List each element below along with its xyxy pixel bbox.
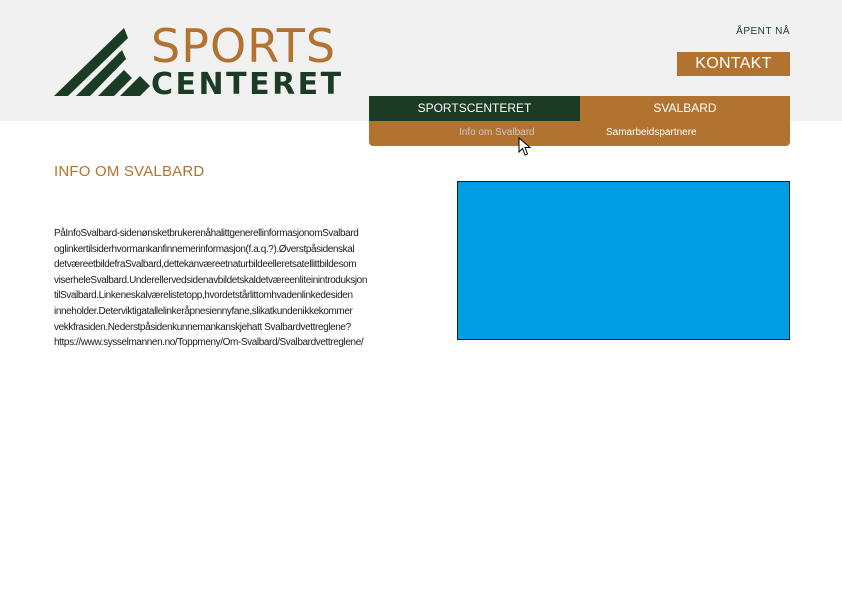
paragraph-line: viserheleSvalbard.Underellervedsidenavbi… (54, 274, 367, 286)
logo-word-centeret: CENTERET (151, 67, 344, 102)
opening-status[interactable]: ÅPENT NÅ (700, 26, 790, 37)
mouse-pointer-icon (518, 137, 532, 156)
contact-button[interactable]: KONTAKT (677, 52, 790, 76)
svalbard-submenu: Info om Svalbard Samarbeidspartnere (369, 121, 790, 146)
mountain-logo-icon (54, 28, 150, 96)
paragraph-line: detværeetbildefraSvalbard,dettekanværeet… (54, 259, 357, 271)
page-title: INFO OM SVALBARD (54, 163, 205, 180)
paragraph-line: inneholder.Deterviktigatallelinkeråpnesi… (54, 305, 353, 317)
intro-paragraph: PåInfoSvalbard-sidenønsketbrukerenåhalit… (54, 226, 426, 351)
paragraph-line: vekkfrasiden.Nederstpåsidenkunnemankansk… (54, 321, 351, 333)
logo-wordmark: SPORTS CENTERET (151, 22, 344, 100)
paragraph-line: tilSvalbard.Linkeneskalværelistetopp,hvo… (54, 290, 353, 302)
main-nav: SPORTSCENTERET SVALBARD (369, 96, 790, 121)
submenu-item-samarbeidspartnere[interactable]: Samarbeidspartnere (606, 127, 697, 138)
paragraph-line: PåInfoSvalbard-sidenønsketbrukerenåhalit… (54, 228, 359, 239)
paragraph-line: https://www.sysselmannen.no/Toppmeny/Om-… (54, 337, 364, 349)
nav-item-sportscenteret[interactable]: SPORTSCENTERET (369, 96, 580, 121)
nav-item-svalbard[interactable]: SVALBARD (580, 96, 790, 121)
site-header: SPORTS CENTERET ÅPENT NÅ KONTAKT SPORTSC… (0, 0, 842, 121)
svalbard-image-placeholder (457, 181, 790, 340)
logo-word-sports: SPORTS (151, 19, 337, 73)
paragraph-line: oglinkertilsiderhvormankanfinnemerinform… (54, 243, 355, 255)
sportscenteret-logo[interactable]: SPORTS CENTERET (54, 22, 344, 100)
